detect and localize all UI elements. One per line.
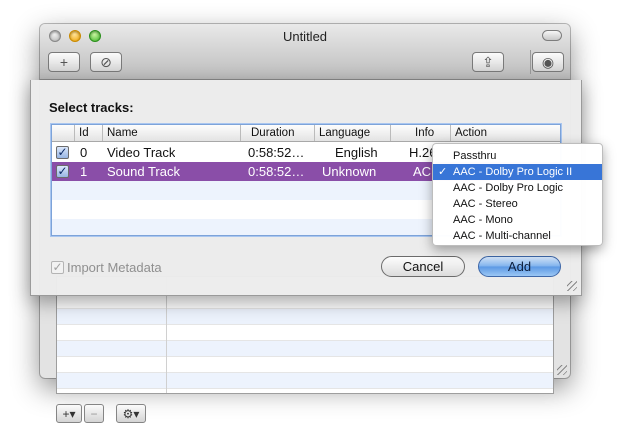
track-name: Sound Track [107,164,180,179]
checkmark-icon: ✓ [438,166,448,178]
toolbar-toggle-button[interactable] [542,30,562,41]
menu-item-aac-multi-channel[interactable]: AAC - Multi-channel [433,228,602,244]
menu-item-label: AAC - Dolby Pro Logic [453,182,564,194]
menu-item-aac-dolby-pro-logic-ii[interactable]: ✓ AAC - Dolby Pro Logic II [433,164,602,180]
share-icon: ⇪ [482,53,494,70]
track-name: Video Track [107,145,176,160]
column-header-name[interactable]: Name [102,125,240,141]
menu-item-label: AAC - Mono [453,214,513,226]
action-gear-button[interactable]: ⚙▾ [116,404,146,423]
column-header-action[interactable]: Action [450,125,562,141]
column-header-info[interactable]: Info [390,125,450,141]
disable-button[interactable]: ⊘ [90,52,122,72]
menu-item-label: AAC - Multi-channel [453,230,551,242]
sheet-title: Select tracks: [49,100,134,115]
track-duration: 0:58:52… [248,145,305,160]
column-header-duration[interactable]: Duration [240,125,314,141]
import-metadata-checkbox[interactable]: ✓ Import Metadata [51,260,162,275]
sheet-resize-handle[interactable] [567,281,577,291]
remove-button[interactable]: − [84,404,104,423]
column-header-id[interactable]: Id [74,125,102,141]
include-checkbox[interactable]: ✓ [56,165,69,178]
plus-icon: + [59,54,69,70]
menu-item-aac-dolby-pro-logic[interactable]: AAC - Dolby Pro Logic [433,180,602,196]
action-popup-menu: Passthru ✓ AAC - Dolby Pro Logic II AAC … [432,143,603,246]
import-metadata-label: Import Metadata [67,260,162,275]
menu-item-aac-stereo[interactable]: AAC - Stereo [433,196,602,212]
track-language: Unknown [322,164,377,179]
include-checkbox[interactable]: ✓ [56,146,69,159]
title-bar[interactable]: Untitled + ⊘ ⇪ ◉ [40,24,570,80]
column-header-check[interactable] [52,125,74,141]
window-resize-handle[interactable] [557,365,567,375]
column-header-language[interactable]: Language [314,125,390,141]
menu-item-passthru[interactable]: Passthru [433,148,602,164]
checkbox-box[interactable]: ✓ [51,261,64,274]
window-title: Untitled [282,29,328,44]
menu-item-label: AAC - Stereo [453,198,518,210]
prohibited-icon: ⊘ [100,53,112,70]
toolbar-separator [530,50,531,74]
inspector-button[interactable]: ◉ [532,52,564,72]
add-button[interactable]: Add [478,256,561,277]
menu-item-aac-mono[interactable]: AAC - Mono [433,212,602,228]
menu-item-label: Passthru [453,150,497,162]
menu-item-label: AAC - Dolby Pro Logic II [453,166,573,178]
track-id: 0 [80,145,88,160]
add-menu-button[interactable]: +▾ [56,404,82,423]
share-button[interactable]: ⇪ [472,52,504,72]
inspector-icon: ◉ [541,53,555,70]
track-duration: 0:58:52… [248,164,305,179]
cancel-button[interactable]: Cancel [381,256,465,277]
table-header: Id Name Duration Language Info Action [52,125,560,142]
track-language: English [335,145,378,160]
add-track-button[interactable]: + [48,52,80,72]
track-id: 1 [80,164,88,179]
